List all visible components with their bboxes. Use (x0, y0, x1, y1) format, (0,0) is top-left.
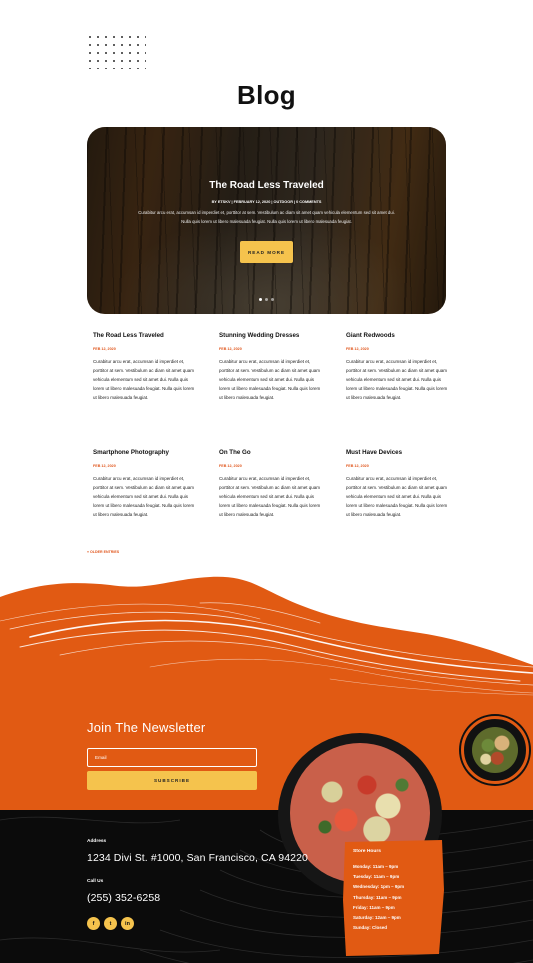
hours-line: Friday: 11am – 9pm (353, 904, 395, 910)
slider-pagination (259, 298, 274, 301)
twitter-icon[interactable]: t (104, 917, 117, 930)
store-hours-title: Store Hours (353, 849, 381, 854)
older-entries-link[interactable]: « OLDER ENTRIES (87, 550, 119, 554)
post-card: Stunning Wedding Dresses FEB 12, 2020 Cu… (219, 332, 324, 402)
post-card: Must Have Devices FEB 12, 2020 Curabitur… (346, 449, 451, 519)
page-title: Blog (237, 80, 296, 110)
post-date: FEB 12, 2020 (346, 464, 369, 468)
hero-post-meta: BY ETSKV | FEBRUARY 12, 2020 | OUTDOOR |… (211, 200, 322, 204)
post-excerpt: Curabitur arcu erat, accumsan id imperdi… (93, 476, 195, 518)
post-card: Giant Redwoods FEB 12, 2020 Curabitur ar… (346, 332, 451, 402)
post-card: Smartphone Photography FEB 12, 2020 Cura… (93, 449, 198, 519)
phone-number[interactable]: (255) 352-6258 (87, 892, 160, 904)
store-hours-card: Store Hours Monday: 11am – 9pm Tuesday: … (343, 840, 444, 956)
post-excerpt: Curabitur arcu erat, accumsan id imperdi… (219, 476, 321, 518)
footer (0, 810, 533, 963)
store-hours-list: Monday: 11am – 9pm Tuesday: 11am – 9pm W… (353, 862, 404, 933)
hours-line: Monday: 11am – 9pm (353, 864, 399, 869)
post-excerpt: Curabitur arcu erat, accumsan id imperdi… (346, 476, 448, 518)
post-date: FEB 12, 2020 (93, 464, 116, 468)
post-title[interactable]: Must Have Devices (346, 449, 451, 456)
post-card: On The Go FEB 12, 2020 Curabitur arcu er… (219, 449, 324, 519)
hours-line: Sunday: Closed (353, 925, 388, 931)
newsletter-title: Join The Newsletter (87, 720, 206, 735)
post-excerpt: Curabitur arcu erat, accumsan id imperdi… (93, 359, 195, 401)
post-date: FEB 12, 2020 (219, 347, 242, 351)
slider-dot[interactable] (259, 298, 262, 301)
hours-line: Saturday: 12am – 9pm (353, 915, 401, 921)
linkedin-icon[interactable]: in (121, 917, 134, 930)
hero-post-title[interactable]: The Road Less Traveled (87, 180, 446, 191)
email-field[interactable]: Email (87, 748, 257, 767)
hero-slider[interactable]: The Road Less Traveled BY ETSKV | FEBRUA… (87, 127, 446, 314)
subscribe-button[interactable]: SUBSCRIBE (87, 771, 257, 790)
address-label: Address (87, 839, 107, 844)
post-date: FEB 12, 2020 (346, 347, 369, 351)
post-title[interactable]: Smartphone Photography (93, 449, 198, 456)
post-card: The Road Less Traveled FEB 12, 2020 Cura… (93, 332, 198, 402)
facebook-icon[interactable]: f (87, 917, 100, 930)
food-bowl-thumbnail (461, 716, 529, 784)
post-date: FEB 12, 2020 (219, 464, 242, 468)
hours-line: Tuesday: 11am – 9pm (353, 874, 400, 880)
post-excerpt: Curabitur arcu erat, accumsan id imperdi… (219, 359, 321, 401)
decorative-dot-grid (86, 33, 146, 69)
post-date: FEB 12, 2020 (93, 347, 116, 351)
hours-line: Thursday: 11am – 9pm (353, 894, 402, 900)
post-title[interactable]: The Road Less Traveled (93, 332, 198, 339)
read-more-button[interactable]: READ MORE (240, 241, 293, 263)
slider-dot[interactable] (265, 298, 268, 301)
hours-line: Wednesday: 1pm – 9pm (353, 884, 405, 890)
newsletter-section-background (0, 575, 533, 811)
address-text: 1234 Divi St. #1000, San Francisco, CA 9… (87, 852, 308, 864)
post-excerpt: Curabitur arcu erat, accumsan id imperdi… (346, 359, 448, 401)
slider-dot[interactable] (271, 298, 274, 301)
hero-post-excerpt: Curabitur arcu erat, accumsan id imperdi… (138, 210, 395, 224)
phone-label: Call Us (87, 879, 104, 884)
post-title[interactable]: Stunning Wedding Dresses (219, 332, 324, 339)
post-title[interactable]: On The Go (219, 449, 324, 456)
post-title[interactable]: Giant Redwoods (346, 332, 451, 339)
